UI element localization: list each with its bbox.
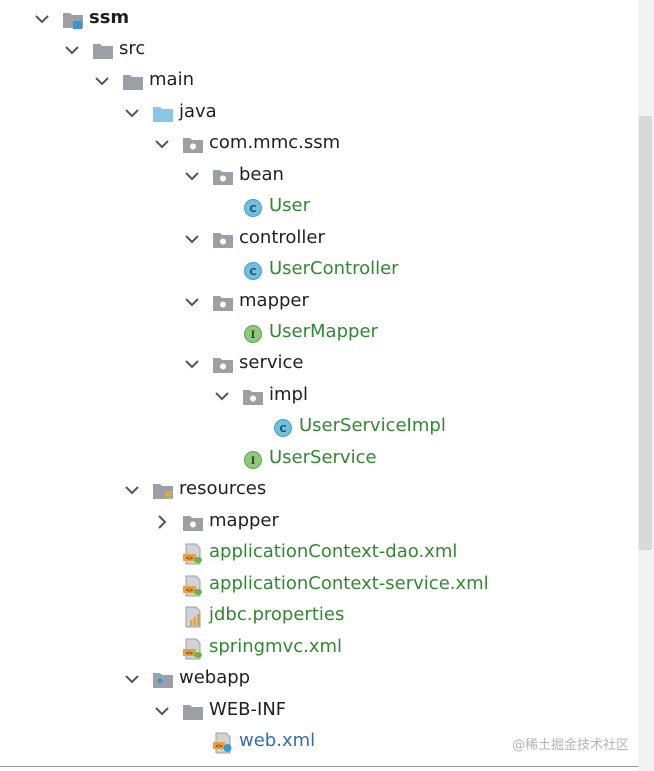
- tree-node-label: service: [239, 352, 304, 373]
- tree-node-label: impl: [269, 384, 308, 405]
- tree-node-label: webapp: [179, 667, 251, 688]
- package-icon: [183, 516, 203, 531]
- tree-node-mapper[interactable]: mapper: [0, 286, 636, 317]
- svg-text:I: I: [251, 330, 256, 341]
- tree-node-label: UserServiceImpl: [299, 415, 446, 436]
- interface-icon: I: [244, 451, 262, 469]
- chevron-down-icon[interactable]: [123, 670, 141, 688]
- tree-node-label: springmvc.xml: [209, 636, 343, 657]
- tree-node-label: web.xml: [239, 730, 316, 751]
- tree-node-label: resources: [179, 478, 267, 499]
- tree-node-label: mapper: [239, 290, 309, 311]
- package-icon: [213, 296, 233, 311]
- package-icon: [243, 390, 263, 405]
- package-icon: [213, 233, 233, 248]
- tree-node-label: UserController: [269, 258, 399, 279]
- svg-text:<>: <>: [186, 650, 194, 657]
- tree-node-label: com.mmc.ssm: [209, 132, 341, 153]
- tree-node-resources[interactable]: resources: [0, 474, 636, 505]
- folder-icon: [183, 705, 203, 720]
- tree-node-webapp[interactable]: webapp: [0, 663, 636, 694]
- tree-node-applicationcontext-service-xml[interactable]: <> applicationContext-service.xml: [0, 569, 636, 600]
- chevron-down-icon[interactable]: [33, 10, 51, 28]
- chevron-down-icon[interactable]: [63, 41, 81, 59]
- web-xml-icon: <>: [213, 732, 232, 754]
- package-icon: [183, 138, 203, 153]
- tree-node-label: WEB-INF: [209, 699, 287, 720]
- properties-file-icon: [185, 606, 201, 628]
- tree-node-label: main: [149, 69, 194, 90]
- chevron-down-icon[interactable]: [93, 72, 111, 90]
- watermark: @稀土掘金技术社区: [512, 738, 630, 753]
- tree-node-label: controller: [239, 227, 325, 248]
- svg-text:C: C: [249, 267, 256, 278]
- module-folder-icon: [63, 13, 83, 29]
- chevron-right-icon[interactable]: [153, 513, 171, 531]
- tree-node-package[interactable]: com.mmc.ssm: [0, 128, 636, 159]
- tree-node-bean[interactable]: bean: [0, 160, 636, 191]
- tree-node-label: jdbc.properties: [209, 604, 345, 625]
- folder-icon: [93, 44, 113, 59]
- svg-text:I: I: [251, 456, 256, 467]
- class-icon: C: [274, 419, 292, 437]
- tree-node-label: java: [179, 101, 217, 122]
- chevron-down-icon[interactable]: [123, 104, 141, 122]
- resources-folder-icon: [153, 484, 173, 499]
- chevron-down-icon[interactable]: [123, 481, 141, 499]
- tree-node-controller[interactable]: controller: [0, 223, 636, 254]
- chevron-down-icon[interactable]: [183, 230, 201, 248]
- tree-node-src[interactable]: src: [0, 34, 636, 65]
- tree-node-user-class[interactable]: C User: [0, 191, 636, 222]
- scrollbar-thumb[interactable]: [639, 116, 652, 550]
- svg-text:C: C: [249, 204, 256, 215]
- package-icon: [213, 358, 233, 373]
- chevron-down-icon[interactable]: [183, 167, 201, 185]
- svg-text:<>: <>: [215, 743, 223, 750]
- tree-node-jdbc-properties[interactable]: jdbc.properties: [0, 600, 636, 631]
- source-root-folder-icon: [153, 107, 173, 122]
- tree-node-label: mapper: [209, 510, 279, 531]
- svg-text:C: C: [279, 424, 286, 435]
- tree-node-label: applicationContext-dao.xml: [209, 541, 458, 562]
- tree-node-userservice-interface[interactable]: I UserService: [0, 443, 636, 474]
- spring-xml-icon: <>: [183, 543, 202, 565]
- spring-xml-icon: <>: [183, 575, 202, 597]
- tree-node-label: ssm: [89, 7, 130, 28]
- class-icon: C: [244, 199, 262, 217]
- chevron-down-icon[interactable]: [213, 387, 231, 405]
- panel-bottom-border: [0, 766, 638, 767]
- tree-node-ssm[interactable]: ssm: [0, 3, 636, 34]
- tree-node-label: bean: [239, 164, 284, 185]
- chevron-down-icon[interactable]: [183, 355, 201, 373]
- svg-text:<>: <>: [186, 555, 194, 562]
- chevron-down-icon[interactable]: [153, 135, 171, 153]
- tree-node-applicationcontext-dao-xml[interactable]: <> applicationContext-dao.xml: [0, 537, 636, 568]
- tree-node-service[interactable]: service: [0, 348, 636, 379]
- chevron-down-icon[interactable]: [153, 702, 171, 720]
- tree-node-springmvc-xml[interactable]: <> springmvc.xml: [0, 632, 636, 663]
- tree-node-label: applicationContext-service.xml: [209, 573, 489, 594]
- svg-text:<>: <>: [186, 587, 194, 594]
- project-tree: ssm src main java com.mmc.ssm bean C Use…: [0, 0, 638, 771]
- tree-node-resources-mapper[interactable]: mapper: [0, 506, 636, 537]
- tree-node-usercontroller-class[interactable]: C UserController: [0, 254, 636, 285]
- tree-node-web-inf[interactable]: WEB-INF: [0, 695, 636, 726]
- tree-node-label: UserMapper: [269, 321, 378, 342]
- tree-node-label: src: [119, 38, 146, 59]
- class-icon: C: [244, 262, 262, 280]
- folder-icon: [123, 75, 143, 90]
- tree-node-label: UserService: [269, 447, 377, 468]
- tree-node-userserviceimpl-class[interactable]: C UserServiceImpl: [0, 411, 636, 442]
- web-folder-icon: [153, 673, 173, 688]
- tree-node-impl[interactable]: impl: [0, 380, 636, 411]
- spring-xml-icon: <>: [183, 638, 202, 660]
- tree-node-usermapper-interface[interactable]: I UserMapper: [0, 317, 636, 348]
- interface-icon: I: [244, 325, 262, 343]
- chevron-down-icon[interactable]: [183, 293, 201, 311]
- package-icon: [213, 170, 233, 185]
- tree-node-main[interactable]: main: [0, 65, 636, 96]
- tree-node-label: User: [269, 195, 311, 216]
- tree-node-java[interactable]: java: [0, 97, 636, 128]
